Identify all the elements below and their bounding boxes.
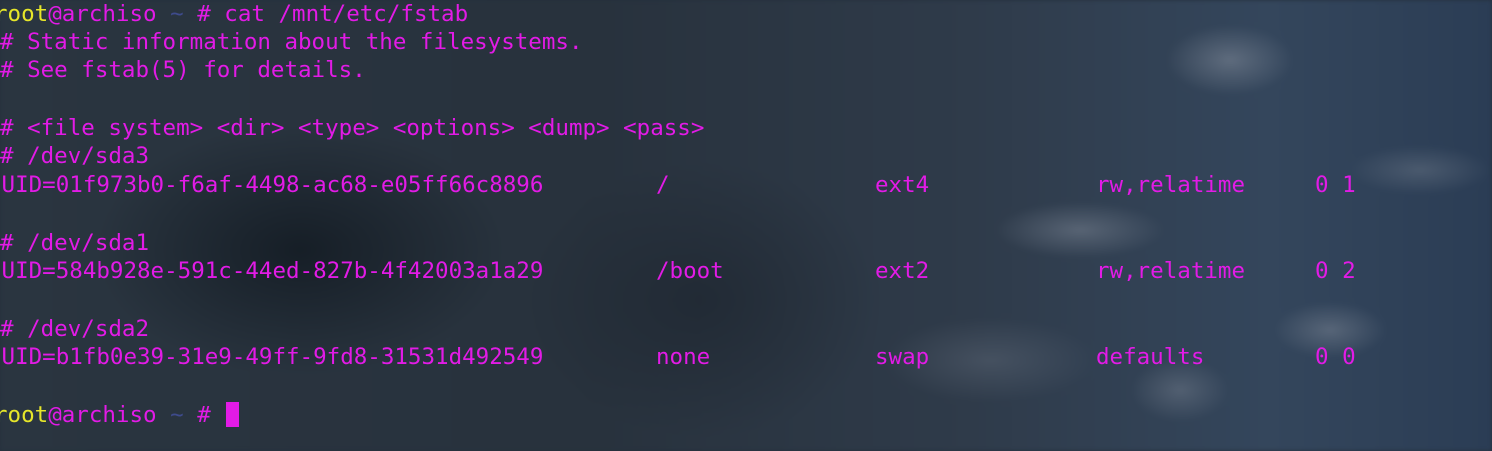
prompt-at: @ <box>48 402 62 428</box>
comment-line: # See fstab(5) for details. <box>0 57 366 83</box>
fstab-entry: UUID=b1fb0e39-31e9-49ff-9fd8-31531d49254… <box>0 343 1492 371</box>
prompt-line[interactable]: root@archiso ~ # <box>0 401 240 429</box>
prompt-symbol: # <box>197 1 211 27</box>
entry-type: swap <box>875 344 930 370</box>
entry-options: rw,relatime <box>1096 258 1246 284</box>
prompt-symbol: # <box>197 402 211 428</box>
fstab-entry: UUID=01f973b0-f6af-4498-ac68-e05ff66c889… <box>0 171 1492 199</box>
prompt-host: archiso <box>61 402 157 428</box>
prompt-cwd: ~ <box>170 1 184 27</box>
entry-uuid: UUID=584b928e-591c-44ed-827b-4f42003a1a2… <box>0 258 544 284</box>
entry-dump-pass: 0 0 <box>1315 344 1356 370</box>
prompt-user: root <box>0 1 49 27</box>
entry-options: defaults <box>1096 344 1205 370</box>
prompt-at: @ <box>48 1 62 27</box>
text-cursor[interactable] <box>226 402 240 427</box>
columns-comment: # <file system> <dir> <type> <options> <… <box>0 115 705 141</box>
device-comment: # /dev/sda1 <box>0 230 150 256</box>
prompt-cwd: ~ <box>170 402 184 428</box>
command-line: root@archiso ~ # cat /mnt/etc/fstab <box>0 0 468 28</box>
entry-options: rw,relatime <box>1096 172 1246 198</box>
device-comment: # /dev/sda2 <box>0 316 150 342</box>
entry-dir: none <box>656 344 711 370</box>
entry-type: ext4 <box>875 172 930 198</box>
prompt-host: archiso <box>61 1 157 27</box>
entry-uuid: UUID=01f973b0-f6af-4498-ac68-e05ff66c889… <box>0 172 544 198</box>
terminal-window[interactable]: root@archiso ~ # cat /mnt/etc/fstab # St… <box>0 0 1492 451</box>
fstab-entry: UUID=584b928e-591c-44ed-827b-4f42003a1a2… <box>0 257 1492 285</box>
prompt-user: root <box>0 402 49 428</box>
command-text: cat /mnt/etc/fstab <box>224 1 469 27</box>
entry-dump-pass: 0 2 <box>1315 258 1356 284</box>
entry-dir: / <box>656 172 670 198</box>
comment-line: # Static information about the filesyste… <box>0 29 583 55</box>
device-comment: # /dev/sda3 <box>0 143 150 169</box>
entry-dump-pass: 0 1 <box>1315 172 1356 198</box>
entry-type: ext2 <box>875 258 930 284</box>
entry-dir: /boot <box>656 258 724 284</box>
entry-uuid: UUID=b1fb0e39-31e9-49ff-9fd8-31531d49254… <box>0 344 544 370</box>
